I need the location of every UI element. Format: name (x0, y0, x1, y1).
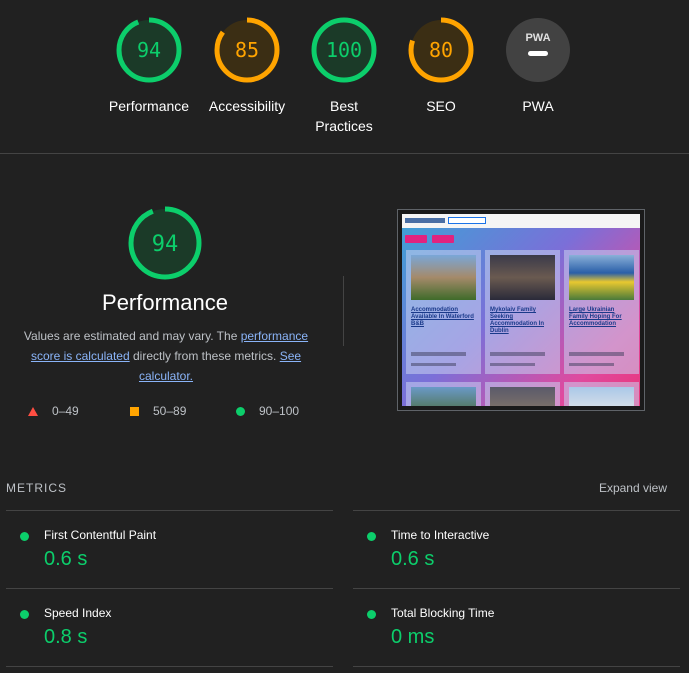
metric-divider (6, 588, 333, 589)
screenshot-button-1 (405, 235, 427, 243)
performance-main-score: 94 (152, 232, 179, 257)
gauge-pwa-label: PWA (522, 98, 554, 114)
vertical-separator (343, 276, 344, 346)
metric-label: Time to Interactive (391, 528, 490, 542)
screenshot-card (406, 382, 481, 406)
legend-fail: 0–49 (28, 404, 79, 418)
screenshot-card (485, 382, 560, 406)
gauge-accessibility-ring: 85 (214, 17, 280, 83)
gauge-performance-score: 94 (137, 38, 161, 62)
screenshot-card: Large Ukrainian Family Hoping For Accomm… (564, 250, 639, 374)
legend-fail-label: 0–49 (52, 404, 79, 418)
metric-label: Total Blocking Time (391, 606, 495, 620)
gauge-best-practices-score: 100 (326, 38, 362, 62)
screenshot-card: Mykolaiv Family Seeking Accommodation In… (485, 250, 560, 374)
metric-divider (353, 588, 680, 589)
metric-label: First Contentful Paint (44, 528, 157, 542)
pwa-badge-text: PWA (525, 32, 550, 44)
square-icon (130, 406, 139, 416)
gauge-accessibility-score: 85 (235, 38, 259, 62)
desc-text-2: directly from these metrics. (129, 349, 280, 363)
card-meta (411, 363, 456, 366)
house-photo (411, 255, 476, 300)
gauge-best-practices-label: Best Practices (315, 98, 373, 134)
card-text (490, 352, 545, 356)
metric-time-to-interactive: Time to Interactive 0.6 s (367, 524, 667, 584)
triangle-icon (28, 406, 38, 416)
gauge-performance[interactable]: 94 Performance (99, 16, 199, 116)
card-photo (411, 387, 476, 406)
performance-summary: 94 Performance (0, 200, 330, 316)
screenshot-search (448, 217, 486, 224)
performance-description: Values are estimated and may vary. The p… (18, 326, 314, 386)
card-photo (569, 387, 634, 406)
desc-text-1: Values are estimated and may vary. The (23, 329, 241, 343)
card-meta (569, 363, 614, 366)
gauge-seo-label: SEO (426, 98, 456, 114)
gauge-seo-score: 80 (429, 38, 453, 62)
metric-total-blocking-time: Total Blocking Time 0 ms (367, 602, 667, 662)
screenshot-page: Accommodation Available In Waterford B&B… (402, 214, 640, 406)
gauge-accessibility[interactable]: 85 Accessibility (197, 16, 297, 116)
legend-average: 50–89 (130, 404, 186, 418)
card-text (411, 352, 466, 356)
metric-value: 0.6 s (391, 548, 435, 570)
metric-divider (6, 510, 333, 511)
metric-divider (353, 510, 680, 511)
flag-photo (569, 255, 634, 300)
metric-divider (6, 666, 333, 667)
gauge-best-practices-ring: 100 (311, 17, 377, 83)
metric-value: 0.6 s (44, 548, 88, 570)
section-divider (0, 153, 689, 154)
performance-title: Performance (102, 290, 228, 315)
category-gauges: 94 Performance 85 Accessibility 100 Best… (0, 0, 689, 153)
gauge-seo[interactable]: 80 SEO (391, 16, 491, 116)
performance-main-gauge: 94 (128, 206, 202, 280)
final-screenshot[interactable]: Accommodation Available In Waterford B&B… (397, 209, 645, 411)
score-legend: 0–49 50–89 90–100 (28, 404, 328, 420)
pass-circle-icon (367, 610, 376, 619)
metric-value: 0.8 s (44, 626, 88, 648)
pwa-dash-icon (528, 51, 548, 56)
legend-pass-label: 90–100 (259, 404, 300, 418)
card-text (569, 352, 624, 356)
screenshot-card: Accommodation Available In Waterford B&B (406, 250, 481, 374)
circle-icon (236, 406, 245, 416)
gauge-best-practices[interactable]: 100 Best Practices (294, 16, 394, 136)
screenshot-logo (405, 218, 445, 223)
screenshot-navbar (402, 214, 640, 228)
metric-speed-index: Speed Index 0.8 s (20, 602, 320, 662)
gauge-performance-label: Performance (108, 98, 190, 114)
card-title: Large Ukrainian Family Hoping For Accomm… (569, 307, 622, 327)
expand-view-button[interactable]: Expand view (599, 481, 667, 495)
pwa-badge-icon: PWA (506, 18, 570, 82)
family-photo (490, 255, 555, 300)
gauge-performance-ring: 94 (116, 17, 182, 83)
gauge-pwa[interactable]: PWA PWA (488, 16, 588, 116)
metrics-heading: METRICS (6, 481, 67, 495)
card-photo (490, 387, 555, 406)
screenshot-button-2 (432, 235, 454, 243)
pass-circle-icon (20, 532, 29, 541)
pass-circle-icon (367, 532, 376, 541)
card-meta (490, 363, 535, 366)
metric-value: 0 ms (391, 626, 435, 648)
gauge-seo-ring: 80 (408, 17, 474, 83)
metric-first-contentful-paint: First Contentful Paint 0.6 s (20, 524, 320, 584)
pass-circle-icon (20, 610, 29, 619)
metric-divider (353, 666, 680, 667)
gauge-accessibility-label: Accessibility (208, 98, 286, 114)
card-title: Mykolaiv Family Seeking Accommodation In… (490, 307, 545, 334)
legend-average-label: 50–89 (153, 404, 187, 418)
screenshot-card (564, 382, 639, 406)
card-title: Accommodation Available In Waterford B&B (411, 307, 474, 327)
legend-pass: 90–100 (236, 404, 299, 418)
metric-label: Speed Index (44, 606, 112, 620)
